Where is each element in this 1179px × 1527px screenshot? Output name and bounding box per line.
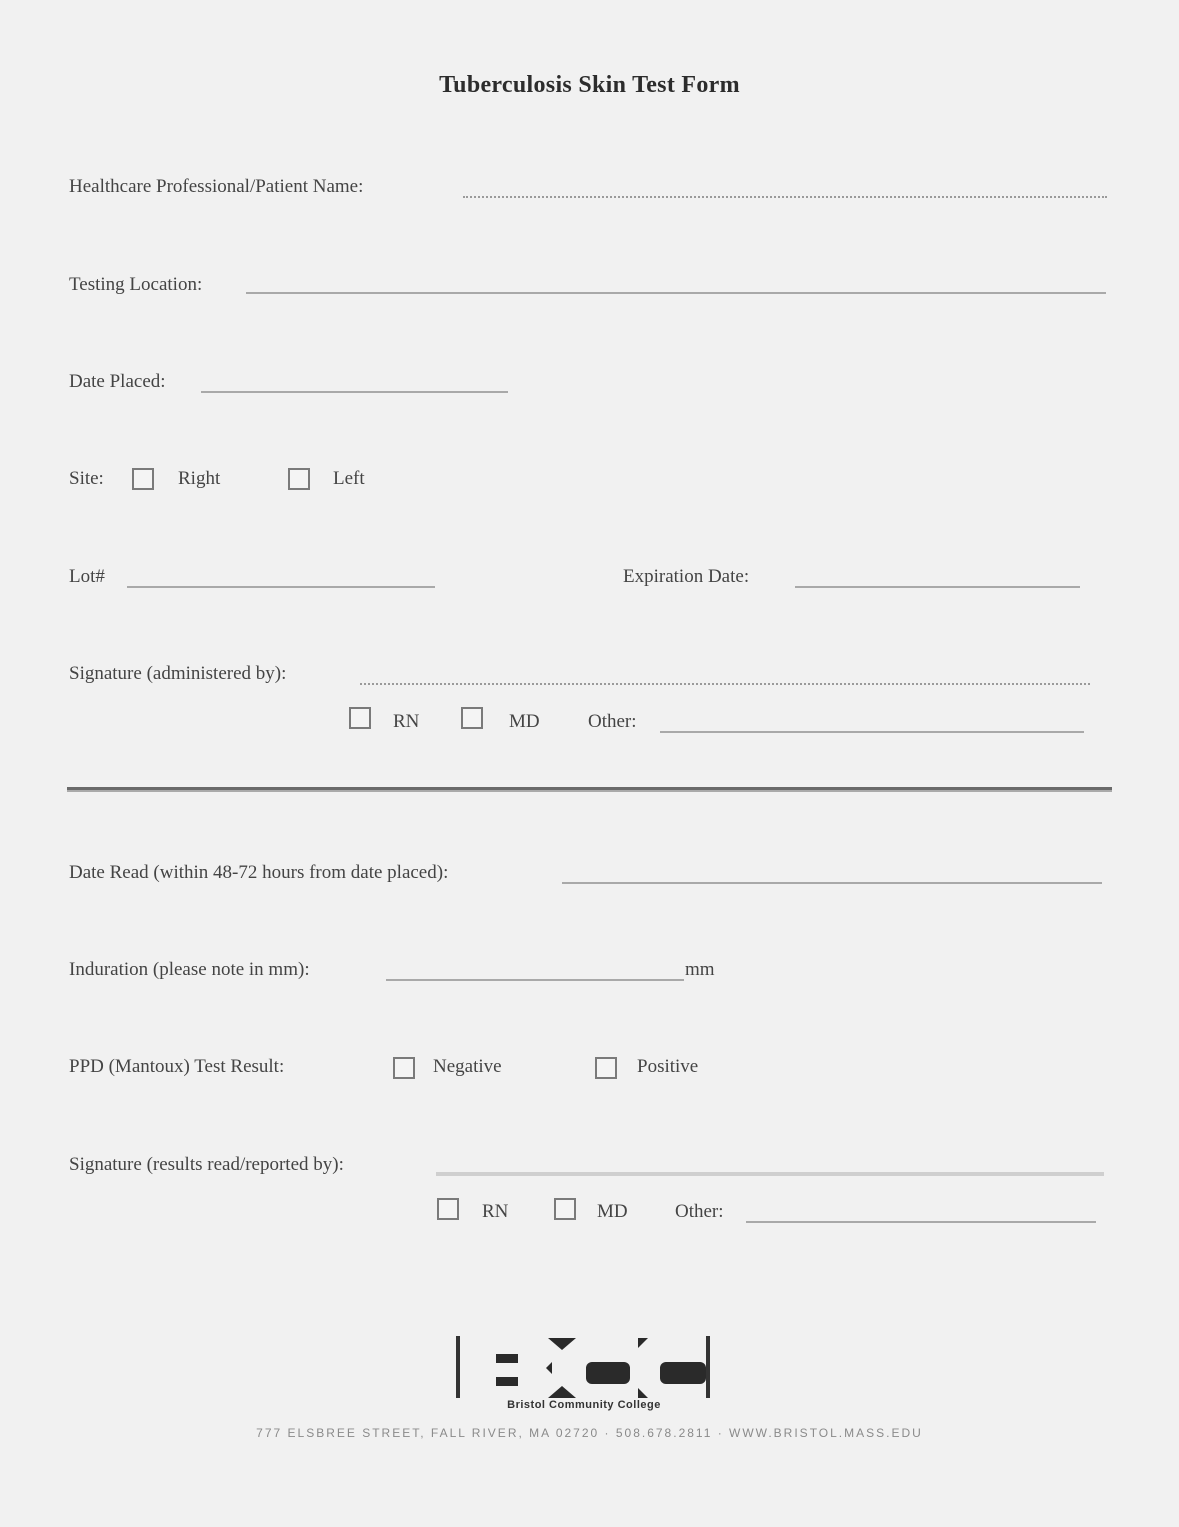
lot-field[interactable]	[127, 586, 435, 588]
site-left-checkbox[interactable]	[288, 468, 310, 490]
date-placed-label: Date Placed:	[69, 371, 166, 392]
administered-md-label: MD	[509, 711, 540, 732]
administered-other-field[interactable]	[660, 731, 1084, 733]
induration-field[interactable]	[386, 979, 684, 981]
reader-md-label: MD	[597, 1201, 628, 1222]
administered-rn-label: RN	[393, 711, 420, 732]
test-result-label: PPD (Mantoux) Test Result:	[69, 1056, 285, 1077]
reader-signature-label: Signature (results read/reported by):	[69, 1154, 344, 1175]
reader-other-field[interactable]	[746, 1221, 1096, 1223]
date-read-field[interactable]	[562, 882, 1102, 884]
lot-label: Lot#	[69, 566, 105, 587]
result-positive-checkbox[interactable]	[595, 1057, 617, 1079]
expiration-date-field[interactable]	[795, 586, 1080, 588]
administered-other-label: Other:	[588, 711, 637, 732]
administered-signature-label: Signature (administered by):	[69, 663, 287, 684]
result-negative-label: Negative	[433, 1056, 502, 1077]
administered-signature-field[interactable]	[360, 683, 1090, 685]
administered-md-checkbox[interactable]	[461, 707, 483, 729]
induration-label: Induration (please note in mm):	[69, 959, 310, 980]
administered-rn-checkbox[interactable]	[349, 707, 371, 729]
testing-location-field[interactable]	[246, 292, 1106, 294]
date-read-label: Date Read (within 48-72 hours from date …	[69, 862, 449, 883]
reader-rn-checkbox[interactable]	[437, 1198, 459, 1220]
college-name: Bristol Community College	[507, 1399, 661, 1411]
date-placed-field[interactable]	[201, 391, 508, 393]
reader-other-label: Other:	[675, 1201, 724, 1222]
induration-unit: mm	[685, 959, 715, 980]
reader-signature-field[interactable]	[436, 1172, 1104, 1176]
result-positive-label: Positive	[637, 1056, 699, 1077]
section-divider	[67, 787, 1112, 792]
patient-name-field[interactable]	[463, 196, 1107, 198]
patient-name-label: Healthcare Professional/Patient Name:	[69, 176, 364, 197]
site-right-label: Right	[178, 468, 221, 489]
expiration-date-label: Expiration Date:	[623, 566, 750, 587]
reader-rn-label: RN	[482, 1201, 509, 1222]
form-title: Tuberculosis Skin Test Form	[439, 72, 740, 98]
reader-md-checkbox[interactable]	[554, 1198, 576, 1220]
site-right-checkbox[interactable]	[132, 468, 154, 490]
site-label: Site:	[69, 468, 104, 489]
testing-location-label: Testing Location:	[69, 274, 203, 295]
footer-address: 777 ELSBREE STREET, FALL RIVER, MA 02720…	[256, 1426, 923, 1440]
result-negative-checkbox[interactable]	[393, 1057, 415, 1079]
site-left-label: Left	[333, 468, 365, 489]
